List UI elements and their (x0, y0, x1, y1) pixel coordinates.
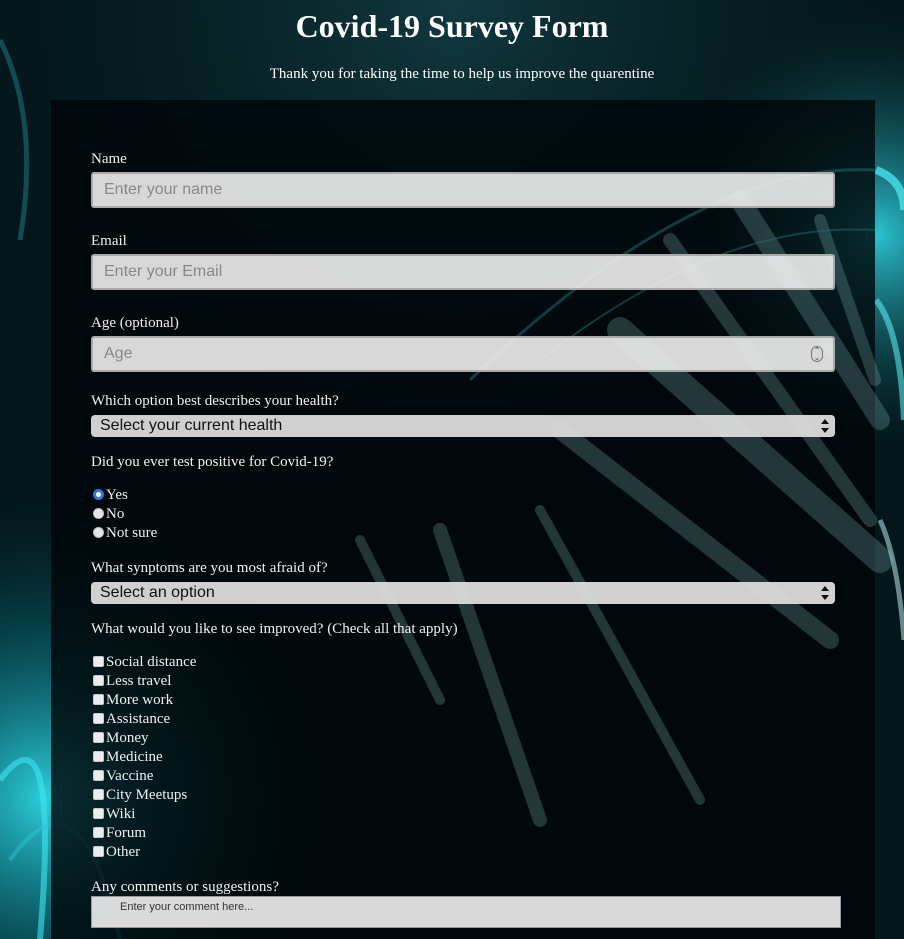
comments-placeholder: Enter your comment here... (120, 901, 254, 913)
checkbox[interactable] (93, 808, 104, 819)
checkbox[interactable] (93, 770, 104, 781)
checkbox-label: Assistance (106, 711, 171, 727)
checkbox-label: Other (106, 844, 141, 860)
checkbox-option[interactable]: Social distance (93, 653, 196, 672)
checkbox-option[interactable]: Other (93, 843, 140, 862)
comments-textarea[interactable]: Enter your comment here... (91, 896, 841, 928)
page-description: Thank you for taking the time to help us… (269, 66, 655, 82)
checkbox[interactable] (93, 789, 104, 800)
radio-label: Yes (106, 487, 128, 503)
checkbox-label: Social distance (106, 654, 197, 670)
radio-option[interactable]: No (93, 505, 124, 524)
checkbox-label: City Meetups (106, 787, 188, 803)
checkbox-option[interactable]: Money (93, 729, 149, 748)
checkbox-option[interactable]: City Meetups (93, 786, 187, 805)
radio-button-checked[interactable] (93, 489, 104, 500)
checkbox-label: Less travel (106, 673, 172, 689)
radio-label: No (106, 506, 125, 522)
radio-button[interactable] (93, 508, 104, 519)
name-label: Name (91, 151, 127, 167)
checkbox-option[interactable]: More work (93, 691, 173, 710)
checkbox-label: Wiki (106, 806, 136, 822)
radio-button[interactable] (93, 527, 104, 538)
select-arrows-icon (821, 419, 829, 433)
checkbox-option[interactable]: Assistance (93, 710, 170, 729)
age-input[interactable]: Age ⌃ ⌄ (91, 336, 835, 372)
checkbox-label: Medicine (106, 749, 163, 765)
checkbox[interactable] (93, 694, 104, 705)
symptoms-select[interactable]: Select an option (91, 582, 835, 604)
tested-label: Did you ever test positive for Covid-19? (91, 454, 334, 470)
checkbox-label: More work (106, 692, 174, 708)
checkbox[interactable] (93, 751, 104, 762)
checkbox-option[interactable]: Less travel (93, 672, 171, 691)
checkbox[interactable] (93, 713, 104, 724)
survey-form: Name Enter your name Email Enter your Em… (51, 100, 875, 939)
checkbox[interactable] (93, 675, 104, 686)
name-input[interactable]: Enter your name (91, 172, 835, 208)
checkbox[interactable] (93, 846, 104, 857)
health-select-value: Select your current health (100, 417, 283, 434)
checkbox[interactable] (93, 827, 104, 838)
select-arrows-icon (821, 586, 829, 600)
symptoms-label: What synptoms are you most afraid of? (91, 560, 328, 576)
email-label: Email (91, 233, 127, 249)
age-placeholder: Age (104, 345, 133, 362)
improve-label: What would you like to see improved? (Ch… (91, 621, 458, 637)
radio-option[interactable]: Yes (93, 486, 128, 505)
radio-label: Not sure (106, 525, 158, 541)
radio-option[interactable]: Not sure (93, 524, 157, 543)
checkbox-option[interactable]: Vaccine (93, 767, 153, 786)
email-input[interactable]: Enter your Email (91, 254, 835, 290)
comments-label: Any comments or suggestions? (91, 879, 279, 895)
health-label: Which option best describes your health? (91, 393, 339, 409)
name-placeholder: Enter your name (104, 181, 223, 198)
checkbox-label: Vaccine (106, 768, 154, 784)
checkbox-label: Money (106, 730, 149, 746)
number-spinner-icon[interactable]: ⌃ ⌄ (811, 346, 823, 362)
age-label: Age (optional) (91, 315, 179, 331)
symptoms-select-value: Select an option (100, 584, 215, 601)
checkbox[interactable] (93, 732, 104, 743)
checkbox-option[interactable]: Wiki (93, 805, 135, 824)
checkbox[interactable] (93, 656, 104, 667)
email-placeholder: Enter your Email (104, 263, 223, 280)
health-select[interactable]: Select your current health (91, 415, 835, 437)
checkbox-label: Forum (106, 825, 147, 841)
checkbox-option[interactable]: Forum (93, 824, 146, 843)
checkbox-option[interactable]: Medicine (93, 748, 163, 767)
page-title: Covid-19 Survey Form (295, 8, 609, 44)
